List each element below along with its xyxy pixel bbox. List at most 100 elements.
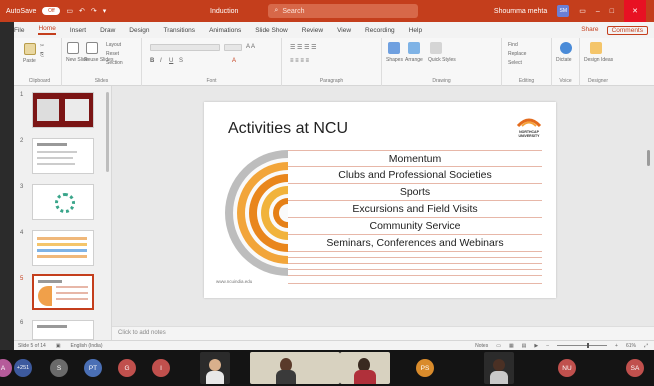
editor-scrollbar[interactable]: [647, 150, 650, 166]
slide-sorter-icon[interactable]: ▦: [509, 343, 514, 349]
notes-button[interactable]: Notes: [475, 343, 488, 349]
slide-thumbnail-5[interactable]: [32, 274, 94, 310]
participant-avatar[interactable]: SA: [626, 359, 644, 377]
tab-slide-show[interactable]: Slide Show: [255, 27, 288, 34]
bullets-icon[interactable]: ☰ ☰ ☰ ☰: [290, 44, 317, 51]
participant-avatar[interactable]: A: [0, 359, 12, 377]
thumbnail-number: 1: [20, 92, 24, 98]
language-indicator[interactable]: English (India): [71, 343, 103, 349]
spelling-icon[interactable]: ▣: [56, 343, 61, 349]
participant-video-tile[interactable]: [340, 352, 390, 384]
reading-view-icon[interactable]: ▤: [522, 343, 527, 349]
slide-thumbnail-3[interactable]: [32, 184, 94, 220]
reuse-slides-icon[interactable]: [86, 42, 98, 54]
zoom-slider-knob[interactable]: [587, 343, 590, 348]
participant-avatar[interactable]: NU: [558, 359, 576, 377]
share-button[interactable]: Share: [581, 26, 598, 35]
activity-row[interactable]: Momentum: [288, 150, 542, 167]
thumbnail-image: [65, 99, 89, 121]
copy-icon[interactable]: ⎘: [40, 52, 44, 58]
zoom-in-icon[interactable]: +: [615, 343, 618, 349]
maximize-icon[interactable]: □: [610, 8, 614, 15]
cut-icon[interactable]: ✂: [40, 43, 44, 49]
underline-icon[interactable]: U: [169, 58, 173, 64]
current-slide[interactable]: Activities at NCU NORTHCAP UNIVERSITY Mo: [204, 102, 556, 298]
slide-thumbnail-2[interactable]: [32, 138, 94, 174]
bold-icon[interactable]: B: [150, 58, 154, 64]
activity-row[interactable]: Excursions and Field Visits: [288, 201, 542, 218]
tab-view[interactable]: View: [337, 27, 351, 34]
grow-font-icon[interactable]: A A: [246, 44, 255, 50]
comments-button[interactable]: Comments: [606, 25, 648, 35]
activity-row[interactable]: Seminars, Conferences and Webinars: [288, 235, 542, 252]
save-icon[interactable]: ▭: [66, 7, 73, 15]
participant-video-tile[interactable]: [250, 352, 340, 384]
more-participants-count[interactable]: +251: [14, 359, 32, 377]
user-avatar[interactable]: SM: [557, 5, 570, 17]
zoom-out-icon[interactable]: –: [546, 343, 549, 349]
search-box[interactable]: ⌕ Search: [268, 4, 419, 18]
italic-icon[interactable]: I: [160, 58, 162, 64]
shapes-icon[interactable]: [388, 42, 400, 54]
font-color-icon[interactable]: A: [232, 58, 236, 64]
thumbnail-scrollbar[interactable]: [106, 92, 109, 172]
activity-row[interactable]: Clubs and Professional Societies: [288, 167, 542, 184]
fit-to-window-icon[interactable]: ⤢: [644, 343, 648, 349]
slide-thumbnail-4[interactable]: [32, 230, 94, 266]
participant-avatar[interactable]: G: [118, 359, 136, 377]
align-icon[interactable]: ≡ ≡ ≡ ≡: [290, 58, 309, 64]
undo-icon[interactable]: ↶: [79, 7, 85, 15]
find-button[interactable]: Find: [508, 42, 518, 48]
layout-button[interactable]: Layout: [106, 42, 121, 48]
participant-avatar[interactable]: S: [50, 359, 68, 377]
tab-review[interactable]: Review: [302, 27, 323, 34]
user-name[interactable]: Shoumma mehta: [494, 8, 547, 15]
tab-help[interactable]: Help: [409, 27, 422, 34]
tab-recording[interactable]: Recording: [365, 27, 395, 34]
redo-icon[interactable]: ↷: [91, 7, 97, 15]
participant-video-tile[interactable]: [200, 352, 230, 384]
font-size-dropdown[interactable]: [224, 44, 242, 51]
zoom-slider[interactable]: [557, 343, 608, 348]
tab-transitions[interactable]: Transitions: [164, 27, 196, 34]
select-button[interactable]: Select: [508, 60, 522, 66]
activity-row[interactable]: Community Service: [288, 218, 542, 235]
slide-counter: Slide 5 of 14: [18, 342, 46, 349]
customize-qat-icon[interactable]: ▾: [103, 7, 107, 15]
tab-file[interactable]: File: [14, 27, 24, 34]
activity-row[interactable]: Sports: [288, 184, 542, 201]
strikethrough-icon[interactable]: S: [179, 58, 183, 64]
slide-thumbnail-1[interactable]: [32, 92, 94, 128]
slideshow-icon[interactable]: ▶: [534, 343, 538, 349]
participant-avatar[interactable]: PS: [416, 359, 434, 377]
reset-button[interactable]: Reset: [106, 51, 119, 57]
normal-view-icon[interactable]: ▭: [496, 343, 501, 349]
participant-avatar[interactable]: I: [152, 359, 170, 377]
slide-title[interactable]: Activities at NCU: [228, 120, 348, 138]
tab-animations[interactable]: Animations: [209, 27, 241, 34]
close-icon[interactable]: ✕: [624, 0, 646, 22]
quick-styles-icon[interactable]: [430, 42, 442, 54]
blank-row: [288, 270, 542, 276]
microphone-icon[interactable]: [560, 42, 572, 54]
new-slide-icon[interactable]: [67, 42, 79, 54]
notes-pane[interactable]: Click to add notes: [112, 326, 654, 340]
participant-video-tile[interactable]: [484, 352, 514, 384]
participant-avatar[interactable]: PT: [84, 359, 102, 377]
design-ideas-icon[interactable]: [590, 42, 602, 54]
zoom-level[interactable]: 61%: [626, 343, 636, 349]
tab-draw[interactable]: Draw: [100, 27, 115, 34]
tab-insert[interactable]: Insert: [70, 27, 86, 34]
slide-thumbnail-6[interactable]: [32, 320, 94, 340]
arrange-icon[interactable]: [408, 42, 420, 54]
section-button[interactable]: Section: [106, 60, 123, 66]
tab-design[interactable]: Design: [129, 27, 149, 34]
autosave-toggle[interactable]: Off: [42, 7, 61, 15]
ribbon-display-icon[interactable]: ▭: [579, 7, 586, 15]
tab-home[interactable]: Home: [38, 25, 56, 35]
paste-icon[interactable]: [24, 43, 36, 55]
font-name-dropdown[interactable]: [150, 44, 220, 51]
minimize-icon[interactable]: –: [596, 8, 600, 15]
replace-button[interactable]: Replace: [508, 51, 526, 57]
font-group: A A B I U S A Font: [142, 38, 282, 86]
